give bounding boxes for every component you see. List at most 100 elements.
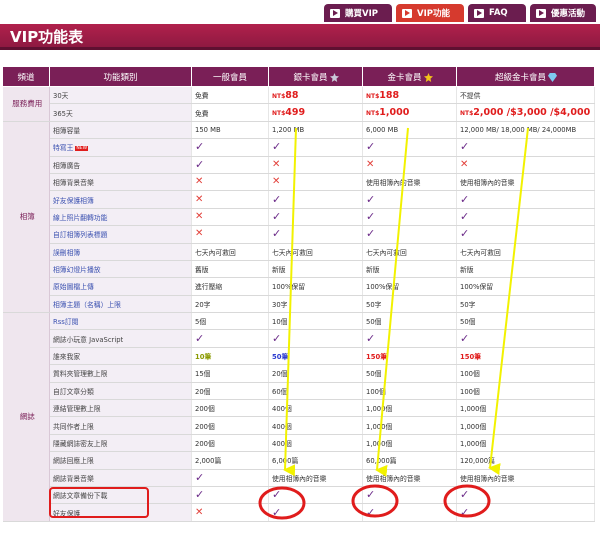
vip-feature-table: 頻道 功能類別 一般會員 銀卡會員 金卡會員 超級金卡會員 服務費用 30天 免費 N… <box>2 66 595 522</box>
value-cell: 使用相簿內的音樂 <box>456 469 595 487</box>
value-cell: 400個 <box>268 434 363 453</box>
feature-label: 網誌背景音樂 <box>53 474 94 483</box>
cell-text: 50字 <box>366 300 382 309</box>
feature-label[interactable]: 相簿主題（名稱）上限 <box>53 301 121 309</box>
feature-cell[interactable]: 線上照片翻轉功能 <box>49 208 192 227</box>
tab-buy-vip[interactable]: 購買VIP <box>324 4 392 22</box>
value-cell: ✓ <box>362 486 457 505</box>
price-value: NT$499 <box>272 107 305 118</box>
cell-text: 50個 <box>366 318 382 327</box>
feature-label[interactable]: 自訂相簿列表標題 <box>53 231 107 239</box>
value-cell: 400個 <box>268 416 363 435</box>
value-cell: ✕ <box>191 208 269 227</box>
check-icon: ✓ <box>272 331 282 345</box>
currency-label: NT$ <box>272 92 286 100</box>
cell-text: 七天內可救回 <box>366 248 407 257</box>
cell-text: 30字 <box>272 300 288 309</box>
table-header-row: 頻道 功能類別 一般會員 銀卡會員 金卡會員 超級金卡會員 <box>2 66 595 87</box>
cell-text: 20個 <box>195 387 211 396</box>
cell-text: 50個 <box>366 370 382 379</box>
check-icon: ✓ <box>272 192 282 206</box>
cell-text: 5個 <box>195 318 207 327</box>
value-cell: 100%保留 <box>362 277 457 296</box>
feature-cell: 好友保護 <box>49 503 192 522</box>
feature-cell[interactable]: 自訂相簿列表標題 <box>49 225 192 244</box>
feature-label: 質料夾管理數上限 <box>53 370 108 379</box>
value-cell: ✓ <box>362 225 457 244</box>
feature-label: 相簿廣告 <box>53 161 81 170</box>
cell-text: 100%保留 <box>272 283 306 292</box>
check-icon: ✓ <box>195 488 205 502</box>
value-cell: 免費 <box>191 86 269 105</box>
tab-faq[interactable]: FAQ <box>468 4 526 22</box>
cell-text: 免費 <box>195 109 209 118</box>
value-cell: ✓ <box>362 329 457 348</box>
table-row: 隱藏網誌密友上限 200個 400個 1,000個 1,000個 <box>3 434 595 453</box>
value-cell: 120,000篇 <box>456 451 595 470</box>
feature-label[interactable]: 相簿幻燈片播放 <box>53 266 101 274</box>
feature-cell[interactable]: 相簿幻燈片播放 <box>49 260 192 279</box>
feature-cell[interactable]: 原始圖檔上傳 <box>49 277 192 296</box>
tab-promotions[interactable]: 優惠活動 <box>530 4 596 22</box>
value-cell: 1,000個 <box>362 434 457 453</box>
table-body: 服務費用 30天 免費 NT$88 NT$188 不提供 365天 免費 NT$499 NT$1,… <box>2 86 595 522</box>
value-cell: ✓ <box>268 138 363 157</box>
diamond-icon <box>548 73 557 82</box>
value-cell: ✓ <box>268 329 363 348</box>
cell-text: 1,000個 <box>460 422 487 431</box>
feature-cell[interactable]: Rss訂閱 <box>49 312 192 331</box>
feature-cell: 共同作者上限 <box>49 416 192 435</box>
table-row: 連結管理數上限 200個 400個 1,000個 1,000個 <box>3 399 595 418</box>
play-icon <box>402 8 412 18</box>
value-cell: ✓ <box>191 469 269 487</box>
tab-vip-features[interactable]: VIP功能 <box>396 4 464 22</box>
value-cell: 30字 <box>268 295 363 314</box>
cross-icon: ✕ <box>272 158 281 170</box>
value-cell: 15個 <box>191 364 269 383</box>
cell-text: 免費 <box>195 92 209 101</box>
feature-label[interactable]: 好友保護相簿 <box>53 197 94 205</box>
cell-text: 50個 <box>460 318 476 327</box>
check-icon: ✓ <box>195 157 205 171</box>
feature-label[interactable]: 誤刪相簿 <box>53 249 80 257</box>
feature-label[interactable]: Rss訂閱 <box>53 318 78 326</box>
gold-badge-icon <box>423 73 433 82</box>
cell-text: 400個 <box>272 405 292 414</box>
feature-label[interactable]: 線上照片翻轉功能 <box>53 214 107 222</box>
check-icon: ✓ <box>460 505 470 519</box>
feature-cell[interactable]: 誤刪相簿 <box>49 243 192 261</box>
check-icon: ✓ <box>460 227 470 241</box>
feature-cell: 相簿背景音樂 <box>49 173 192 192</box>
feature-cell[interactable]: 特寫王 NEW <box>49 138 192 157</box>
price-value: NT$188 <box>366 90 399 101</box>
table-row: 相簿主題（名稱）上限 20字 30字 50字 50字 <box>3 295 595 314</box>
feature-label[interactable]: 特寫王 <box>53 144 73 152</box>
cell-text: 200個 <box>195 405 215 414</box>
value-cell: 200個 <box>191 399 269 418</box>
feature-cell: 質料夾管理數上限 <box>49 364 192 383</box>
value-cell: ✓ <box>362 190 457 209</box>
feature-cell[interactable]: 好友保護相簿 <box>49 190 192 209</box>
value-cell: ✓ <box>456 503 595 522</box>
value-cell: ✓ <box>268 190 363 209</box>
feature-label: 網誌小玩意 JavaScript <box>53 335 124 344</box>
feature-cell[interactable]: 相簿主題（名稱）上限 <box>49 295 192 314</box>
cell-text: 2,000篇 <box>195 457 222 466</box>
value-cell: 新版 <box>268 260 363 279</box>
value-cell: 1,000個 <box>456 434 595 453</box>
check-icon: ✓ <box>460 209 470 223</box>
feature-label: 連結管理數上限 <box>53 405 101 414</box>
value-cell: 新版 <box>456 260 595 279</box>
feature-label: 365天 <box>53 109 73 118</box>
col-header-super-gold-label: 超級金卡會員 <box>494 72 546 83</box>
table-row: 誤刪相簿 七天內可救回 七天內可救回 七天內可救回 七天內可救回 <box>3 243 595 261</box>
check-icon: ✓ <box>460 192 470 206</box>
cell-text: 100個 <box>460 387 480 396</box>
value-cell: 1,000個 <box>456 399 595 418</box>
check-icon: ✓ <box>366 505 376 519</box>
feature-label[interactable]: 原始圖檔上傳 <box>53 283 94 291</box>
cell-text: 1,000個 <box>366 422 393 431</box>
cell-text: 200個 <box>195 440 215 448</box>
value-cell: 50個 <box>456 312 595 331</box>
cross-icon: ✕ <box>195 210 204 222</box>
